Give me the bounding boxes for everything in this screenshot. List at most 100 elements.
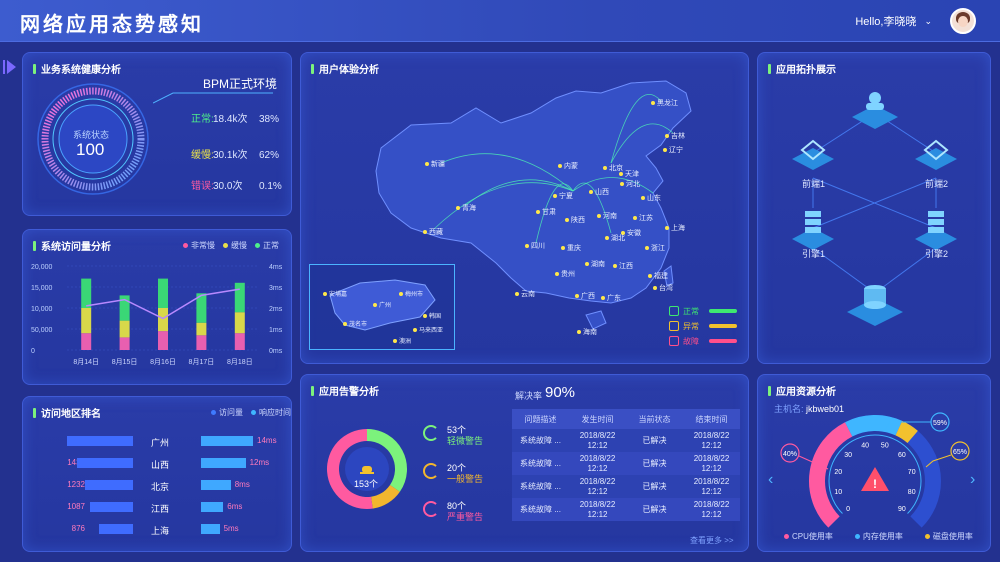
map-city-label[interactable]: 江西 xyxy=(613,261,633,271)
table-row[interactable]: 系统故障 ... 2018/8/22 12:12 已解决 2018/8/22 12:1… xyxy=(512,452,740,475)
x-tick-label: 8月17日 xyxy=(189,358,215,366)
inset-city-label[interactable]: 安埔嘉 xyxy=(323,289,347,298)
sidebar-toggle-icon[interactable] xyxy=(3,59,17,75)
legend-item: 磁盘使用率 xyxy=(924,531,973,542)
map-city-label[interactable]: 天津 xyxy=(619,169,639,179)
callout-value: 65% xyxy=(953,449,967,456)
bar-segment xyxy=(119,337,130,350)
map-city-label[interactable]: 吉林 xyxy=(665,131,685,141)
check-icon xyxy=(669,306,679,316)
callout-value: 59% xyxy=(933,420,947,427)
chevron-left-icon[interactable]: ‹ xyxy=(768,471,773,489)
chevron-right-icon[interactable]: › xyxy=(970,471,975,489)
topology-graph xyxy=(792,92,957,326)
user-menu[interactable]: Hello,李晓晓 ⌄ xyxy=(855,5,976,37)
inset-city-label[interactable]: 茂名市 xyxy=(343,319,367,328)
gauge-tick-label: 20 xyxy=(834,469,842,476)
bar-segment xyxy=(119,320,130,338)
map-city-label[interactable]: 台湾 xyxy=(653,283,673,293)
chevron-down-icon[interactable]: ⌄ xyxy=(924,16,932,27)
table-row[interactable]: 系统故障 ... 2018/8/22 12:12 已解决 2018/8/22 12:1… xyxy=(512,429,740,452)
warning-mark: ! xyxy=(873,477,877,491)
region-time-value: 5ms xyxy=(223,524,239,533)
status-bar xyxy=(709,339,737,343)
map-city-label[interactable]: 河南 xyxy=(597,211,617,221)
cpu-arc xyxy=(809,422,853,528)
inset-city-label[interactable]: 马来西亚 xyxy=(413,325,443,334)
more-link[interactable]: 查看更多 >> xyxy=(690,535,734,546)
legend-item: 缓慢 xyxy=(223,240,247,251)
region-visits-bar xyxy=(76,458,133,468)
map-city-label[interactable]: 甘肃 xyxy=(536,207,556,217)
legend-item: CPU使用率 xyxy=(784,531,833,542)
region-time-bar xyxy=(201,436,253,446)
inset-city-label[interactable]: 澳洲 xyxy=(393,336,411,345)
status-bar xyxy=(709,309,737,313)
map-city-label[interactable]: 重庆 xyxy=(561,243,581,253)
region-city: 江西 xyxy=(151,504,170,514)
map-city-label[interactable]: 上海 xyxy=(665,223,685,233)
legend-item: 响应时间 xyxy=(251,407,291,418)
map-city-label[interactable]: 四川 xyxy=(525,241,545,251)
map-city-label[interactable]: 宁夏 xyxy=(553,191,573,201)
table-row[interactable]: 系统故障 ... 2018/8/22 12:12 已解决 2018/8/22 12:1… xyxy=(512,498,740,521)
ux-panel: 用户体验分析 黑龙江 吉林 辽宁 内蒙 北京 天津 河北 山东 山西 宁夏 新疆 青海 甘肃 陕西 河南 江苏… xyxy=(300,52,749,364)
map-city-label[interactable]: 辽宁 xyxy=(663,145,683,155)
bar-segment xyxy=(234,282,245,313)
gauge-tick-label: 80 xyxy=(908,489,916,496)
node-label: 引擎1 xyxy=(802,249,826,259)
map-city-label[interactable]: 江苏 xyxy=(633,213,653,223)
map-city-label[interactable]: 山东 xyxy=(641,193,661,203)
alarm-legend-item: 20个 一般警告 xyxy=(423,461,503,487)
health-status-row: 错误:30.0次 0.1% xyxy=(191,181,282,192)
region-visits-bar xyxy=(84,480,133,490)
map-city-label[interactable]: 河北 xyxy=(620,179,640,189)
y2-tick-label: 1ms xyxy=(269,327,283,334)
map-city-label[interactable]: 广东 xyxy=(601,293,621,303)
map-city-label[interactable]: 海南 xyxy=(577,327,597,337)
inset-city-label[interactable]: 韩国 xyxy=(423,311,441,320)
alert-icon xyxy=(669,321,679,331)
map-city-label[interactable]: 陕西 xyxy=(565,215,585,225)
map-city-label[interactable]: 浙江 xyxy=(645,243,665,253)
memory-arc xyxy=(845,415,903,437)
region-time-bar xyxy=(201,524,220,534)
map-city-label[interactable]: 湖北 xyxy=(605,233,625,243)
frontend-node-icon xyxy=(915,139,957,170)
bar-segment xyxy=(234,312,245,334)
y-tick-label: 0 xyxy=(31,348,35,355)
env-connector xyxy=(153,92,273,104)
map-city-label[interactable]: 湖南 xyxy=(585,259,605,269)
panel-title: 业务系统健康分析 xyxy=(33,61,121,76)
region-time-value: 6ms xyxy=(227,502,243,511)
inset-city-label[interactable]: 广州 xyxy=(373,300,391,309)
status-legend-item: 正常 xyxy=(669,305,747,317)
legend-item: 访问量 xyxy=(211,407,243,418)
map-city-label[interactable]: 云南 xyxy=(515,289,535,299)
map-city-label[interactable]: 黑龙江 xyxy=(651,98,678,108)
map-city-label[interactable]: 贵州 xyxy=(555,269,575,279)
alarm-icon xyxy=(360,461,374,474)
map-city-label[interactable]: 福建 xyxy=(648,271,668,281)
node-label: 前端2 xyxy=(925,179,949,189)
map-city-label[interactable]: 山西 xyxy=(589,187,609,197)
map-city-label[interactable]: 广西 xyxy=(575,291,595,301)
y-tick-label: 50,000 xyxy=(31,327,53,334)
inset-city-label[interactable]: 梅州市 xyxy=(399,289,423,298)
node-label: 前端1 xyxy=(802,179,826,189)
y2-tick-label: 3ms xyxy=(269,285,283,292)
legend-item: 正常 xyxy=(255,240,279,251)
map-city-label[interactable]: 西藏 xyxy=(423,227,443,237)
gauge-value: 100 xyxy=(76,140,105,159)
legend-item: 非常慢 xyxy=(183,240,215,251)
visits-chart: 20,000 15,000 10,000 50,000 0 4ms 3ms 2ms 1ms 0ms… xyxy=(31,264,283,366)
avatar[interactable] xyxy=(950,8,976,34)
alarm-total: 153个 xyxy=(354,479,379,489)
map-city-label[interactable]: 新疆 xyxy=(425,159,445,169)
map-city-label[interactable]: 内蒙 xyxy=(558,161,578,171)
table-row[interactable]: 系统故障 ... 2018/8/22 12:12 已解决 2018/8/22 12:1… xyxy=(512,475,740,498)
bar-segment xyxy=(158,278,168,308)
bar-segment xyxy=(234,333,245,350)
x-tick-label: 8月14日 xyxy=(73,358,99,366)
map-city-label[interactable]: 青海 xyxy=(456,203,476,213)
